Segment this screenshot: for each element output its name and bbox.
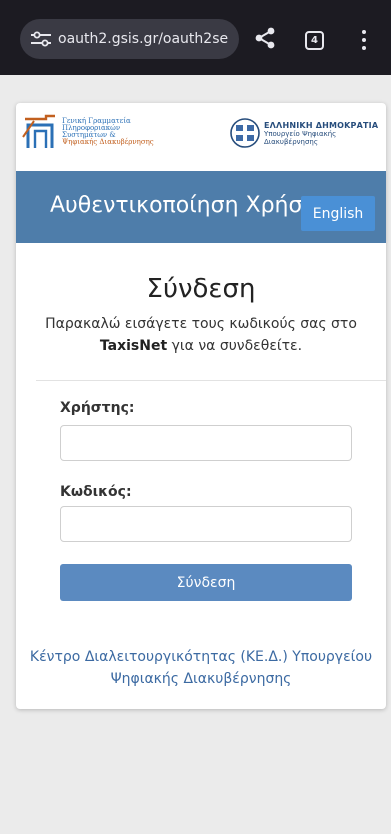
login-heading: Σύνδεση xyxy=(146,274,256,304)
share-icon[interactable] xyxy=(254,27,276,49)
greek-republic-text: ΕΛΛΗΝΙΚΗ ΔΗΜΟΚΡΑΤΙΑ Υπουργείο Ψηφιακής Δ… xyxy=(264,121,378,146)
gsis-logo: Γενική Γραμματεία Πληροφοριακών Συστημάτ… xyxy=(22,113,154,151)
page-title: Αυθεντικοποίηση Χρήστη xyxy=(50,193,330,218)
gov-title: ΕΛΛΗΝΙΚΗ ΔΗΜΟΚΡΑΤΙΑ xyxy=(264,120,379,130)
english-language-button[interactable]: English xyxy=(301,196,375,231)
instructions-text-end: για να συνδεθείτε. xyxy=(171,338,303,354)
browser-toolbar: oauth2.gsis.gr/oauth2se 4 xyxy=(0,0,391,75)
tune-icon[interactable] xyxy=(30,31,52,47)
password-input[interactable] xyxy=(60,506,352,542)
address-bar[interactable]: oauth2.gsis.gr/oauth2se xyxy=(20,19,239,59)
username-label: Χρήστης: xyxy=(60,400,135,416)
ministry-line-1: Υπουργείο Ψηφιακής xyxy=(264,129,337,138)
taxisnet-brand: TaxisNet xyxy=(99,338,168,354)
tab-switcher-icon[interactable]: 4 xyxy=(305,31,324,50)
greek-flag-emblem-icon xyxy=(230,118,260,148)
tab-count: 4 xyxy=(311,35,318,46)
instructions-text: Παρακαλώ εισάγετε τους κωδικούς σας στο xyxy=(45,316,357,332)
url-text[interactable]: oauth2.gsis.gr/oauth2se xyxy=(58,31,228,47)
gsis-emblem-icon xyxy=(22,114,55,148)
logo-header: Γενική Γραμματεία Πληροφοριακών Συστημάτ… xyxy=(16,103,386,171)
login-submit-button[interactable]: Σύνδεση xyxy=(60,564,352,601)
divider xyxy=(36,380,386,381)
interoperability-center-link[interactable]: Κέντρο Διαλειτουργικότητας (ΚΕ.Δ.) Υπουρ… xyxy=(26,646,376,690)
greek-republic-logo: ΕΛΛΗΝΙΚΗ ΔΗΜΟΚΡΑΤΙΑ Υπουργείο Ψηφιακής Δ… xyxy=(230,117,378,149)
gsis-logo-text: Γενική Γραμματεία Πληροφοριακών Συστημάτ… xyxy=(62,118,154,146)
login-card: Γενική Γραμματεία Πληροφοριακών Συστημάτ… xyxy=(16,103,386,709)
more-vert-icon[interactable] xyxy=(360,30,368,50)
gsis-line-4: Ψηφιακής Διακυβέρνησης xyxy=(62,138,154,146)
username-input[interactable] xyxy=(60,425,352,461)
title-banner: Αυθεντικοποίηση Χρήστη English xyxy=(16,171,386,243)
login-instructions: Παρακαλώ εισάγετε τους κωδικούς σας στο … xyxy=(26,313,376,357)
ministry-line-2: Διακυβέρνησης xyxy=(264,137,318,146)
password-label: Κωδικός: xyxy=(60,484,132,500)
